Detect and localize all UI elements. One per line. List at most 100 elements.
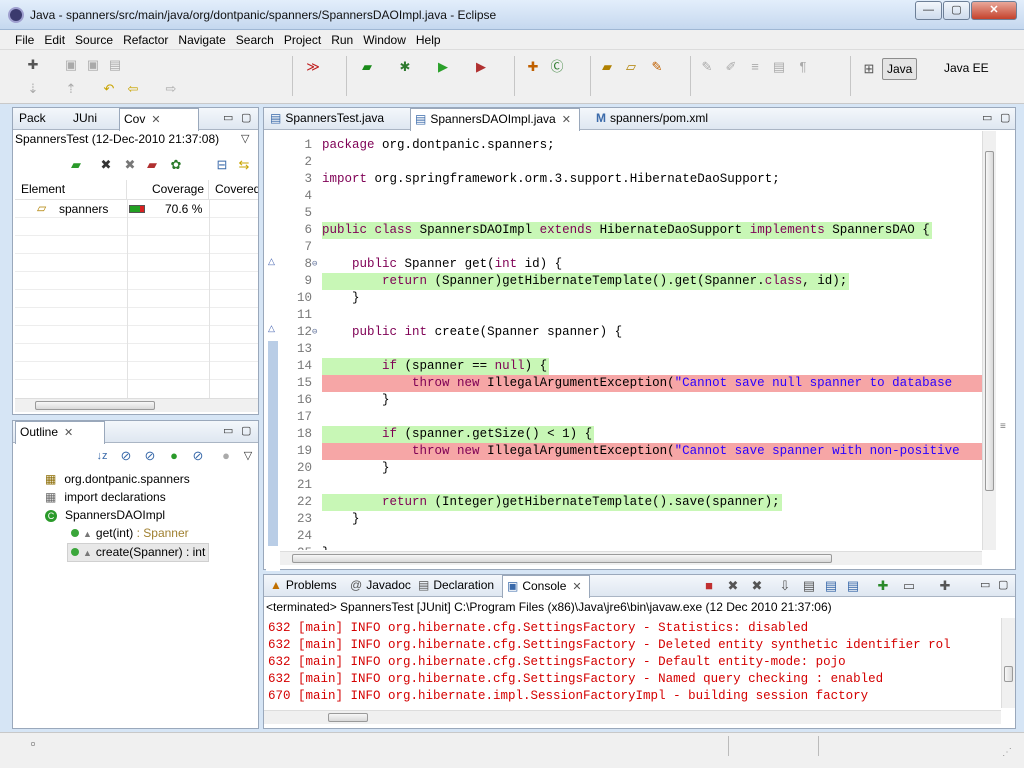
hide-nonpublic-icon[interactable]: ● — [165, 447, 183, 465]
code-line[interactable]: 13 — [280, 341, 994, 358]
show-stdout-icon[interactable]: ▤ — [822, 577, 840, 595]
merge-sessions-icon[interactable]: ▰ — [143, 156, 161, 174]
console-vscrollbar[interactable] — [1001, 618, 1015, 708]
word-wrap-icon[interactable]: ≡ — [746, 58, 764, 76]
whitespace-icon[interactable]: ¶ — [794, 58, 812, 76]
coverage-run-icon[interactable]: ▰ — [358, 58, 376, 76]
column-covered[interactable]: Covered — [209, 180, 258, 200]
tab-outline[interactable]: Outline ✕ — [15, 421, 105, 444]
print-icon[interactable]: ▤ — [106, 56, 124, 74]
close-icon[interactable]: ✕ — [151, 114, 160, 126]
scroll-lock-icon[interactable]: ⇩ — [776, 577, 794, 595]
outline-class[interactable]: C SpannersDAOImpl — [45, 507, 165, 523]
editor-vscrollbar[interactable] — [982, 131, 996, 550]
maximize-icon[interactable]: ▢ — [1000, 111, 1010, 124]
code-line[interactable]: 7 — [280, 239, 994, 256]
pin-console-icon[interactable]: ✚ — [874, 577, 892, 595]
collapse-all-icon[interactable]: ⊟ — [213, 156, 231, 174]
debug-icon[interactable]: ✱ — [396, 58, 414, 76]
new-class-icon[interactable]: Ⓒ — [548, 58, 566, 76]
code-line[interactable]: 10 } — [280, 290, 994, 307]
scroll-thumb[interactable] — [328, 713, 368, 722]
coverage-session[interactable]: SpannersTest (12-Dec-2010 21:37:08) — [15, 132, 219, 146]
coverage-hscrollbar[interactable] — [15, 398, 258, 412]
open-console-icon[interactable]: ✚ — [936, 577, 954, 595]
scroll-thumb[interactable] — [35, 401, 155, 410]
tab-spannersdaoimpl[interactable]: ▤ SpannersDAOImpl.java ✕ — [410, 108, 580, 131]
tab-declaration[interactable]: ▤ Declaration — [414, 575, 502, 597]
column-coverage[interactable]: Coverage — [127, 180, 209, 200]
tab-junit[interactable]: JUni — [69, 108, 119, 130]
close-icon[interactable]: ✕ — [562, 114, 571, 126]
code-line[interactable]: 1 package org.dontpanic.spanners; — [280, 137, 994, 154]
run-icon[interactable]: ▶ — [434, 58, 452, 76]
view-menu-icon[interactable]: ▽ — [239, 447, 257, 465]
sort-icon[interactable]: ↓z — [93, 447, 111, 465]
source-icon[interactable]: ▤ — [770, 58, 788, 76]
open-task-icon[interactable]: ▱ — [622, 58, 640, 76]
relaunch-icon[interactable]: ▰ — [67, 156, 85, 174]
code-line[interactable]: 25} — [280, 545, 994, 550]
tab-coverage[interactable]: Cov ✕ — [119, 108, 199, 131]
hide-static-icon[interactable]: ⊘ — [141, 447, 159, 465]
code-line[interactable]: 4 — [280, 188, 994, 205]
scroll-thumb[interactable] — [985, 151, 994, 491]
code-line[interactable]: 17 — [280, 409, 994, 426]
minimize-icon[interactable]: ▭ — [223, 111, 233, 124]
clear-console-icon[interactable]: ▤ — [800, 577, 818, 595]
code-line[interactable]: 8 ⊖ public Spanner get(int id) { — [280, 256, 994, 273]
save-all-icon[interactable]: ▣ — [84, 56, 102, 74]
next-annotation-icon[interactable]: ⇣ — [24, 80, 42, 98]
minimize-button[interactable]: — — [915, 1, 942, 20]
console-output[interactable]: 632 [main] INFO org.hibernate.cfg.Settin… — [264, 618, 997, 710]
tab-problems[interactable]: ▲ Problems — [266, 575, 344, 597]
code-line[interactable]: 6 public class SpannersDAOImpl extends Hi… — [280, 222, 994, 239]
display-console-icon[interactable]: ▭ — [900, 577, 918, 595]
back-icon[interactable]: ⇦ — [124, 80, 142, 98]
toggle-mark-icon[interactable]: ≫ — [304, 58, 322, 76]
hide-fields-icon[interactable]: ⊘ — [117, 447, 135, 465]
menu-refactor[interactable]: Refactor — [118, 30, 173, 49]
tab-pom[interactable]: Mspanners/pom.xml — [592, 108, 742, 130]
save-icon[interactable]: ▣ — [62, 56, 80, 74]
maximize-icon[interactable]: ▢ — [241, 111, 251, 124]
menu-source[interactable]: Source — [70, 30, 118, 49]
code-area[interactable]: 1 package org.dontpanic.spanners; 2 3 import… — [280, 131, 998, 550]
external-tools-icon[interactable]: ▶ — [472, 58, 490, 76]
minimize-icon[interactable]: ▭ — [982, 111, 992, 124]
menu-help[interactable]: Help — [411, 30, 446, 49]
menu-file[interactable]: File — [10, 30, 39, 49]
code-line[interactable]: 18 if (spanner.getSize() < 1) { — [280, 426, 994, 443]
remove-all-sessions-icon[interactable]: ✖ — [121, 156, 139, 174]
last-edit-icon[interactable]: ↶ — [100, 80, 118, 98]
code-line[interactable]: 22 return (Integer)getHibernateTemplate(… — [280, 494, 994, 511]
link-with-editor-icon[interactable]: ⇆ — [235, 156, 253, 174]
code-line[interactable]: 15 throw new IllegalArgumentException("C… — [280, 375, 994, 392]
code-line[interactable]: 12 ⊖ public int create(Spanner spanner) { — [280, 324, 994, 341]
menu-project[interactable]: Project — [279, 30, 326, 49]
outline-package[interactable]: ▦ org.dontpanic.spanners — [45, 471, 190, 487]
focus-icon[interactable]: ● — [217, 447, 235, 465]
menu-run[interactable]: Run — [326, 30, 358, 49]
code-line[interactable]: 5 — [280, 205, 994, 222]
new-java-project-icon[interactable]: ✚ — [524, 58, 542, 76]
fold-toggle-icon[interactable]: ⊖ — [312, 256, 317, 273]
outline-method-get[interactable]: ▲ get(int) : Spanner — [71, 525, 189, 542]
show-stderr-icon[interactable]: ▤ — [844, 577, 862, 595]
remove-session-icon[interactable]: ✖ — [97, 156, 115, 174]
editor-hscrollbar[interactable] — [280, 551, 982, 565]
occurrences-icon[interactable]: ✎ — [698, 58, 716, 76]
code-line[interactable]: 24 — [280, 528, 994, 545]
close-icon[interactable]: ✕ — [64, 427, 73, 439]
remove-all-launches-icon[interactable]: ✖ — [748, 577, 766, 595]
code-line[interactable]: 14 if (spanner == null) { — [280, 358, 994, 375]
tab-package-explorer[interactable]: Pack — [15, 108, 69, 130]
scroll-thumb[interactable] — [292, 554, 832, 563]
close-button[interactable]: ✕ — [971, 1, 1017, 20]
forward-icon[interactable]: ⇨ — [162, 80, 180, 98]
maximize-button[interactable]: ▢ — [943, 1, 970, 20]
code-line[interactable]: 23 } — [280, 511, 994, 528]
terminate-icon[interactable]: ■ — [700, 577, 718, 595]
new-icon[interactable]: ✚ — [24, 56, 42, 74]
block-selection-icon[interactable]: ✐ — [722, 58, 740, 76]
